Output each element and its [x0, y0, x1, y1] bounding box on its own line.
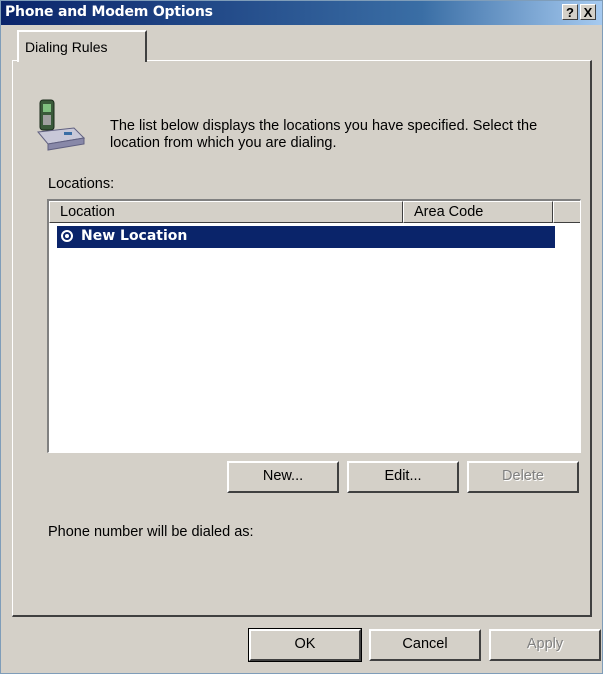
dialed-as-label: Phone number will be dialed as:: [48, 524, 254, 540]
apply-button[interactable]: Apply: [489, 629, 601, 661]
dialog-window: Phone and Modem Options ? X Dialing Rule…: [0, 0, 603, 674]
close-button[interactable]: X: [580, 4, 596, 20]
column-header-area-code[interactable]: Area Code: [403, 201, 553, 223]
edit-button[interactable]: Edit...: [347, 461, 459, 493]
list-header: Location Area Code: [49, 201, 580, 223]
intro-text: The list below displays the locations yo…: [110, 118, 538, 151]
location-name: New Location: [81, 228, 188, 244]
cancel-button[interactable]: Cancel: [369, 629, 481, 661]
column-header-location[interactable]: Location: [49, 201, 403, 223]
locations-list[interactable]: Location Area Code New Location: [47, 199, 581, 453]
help-button[interactable]: ?: [562, 4, 578, 20]
column-header-filler: [553, 201, 580, 223]
new-button[interactable]: New...: [227, 461, 339, 493]
ok-button[interactable]: OK: [248, 628, 362, 662]
table-row[interactable]: New Location: [57, 226, 555, 248]
title-bar[interactable]: Phone and Modem Options ? X: [1, 1, 602, 25]
locations-label: Locations:: [48, 176, 115, 192]
delete-button[interactable]: Delete: [467, 461, 579, 493]
tab-dialing-rules[interactable]: Dialing Rules: [17, 30, 147, 62]
tab-label: Dialing Rules: [25, 39, 108, 55]
window-title: Phone and Modem Options: [5, 4, 213, 20]
phone-modem-icon: [37, 99, 86, 151]
radio-selected-icon: [61, 230, 73, 242]
